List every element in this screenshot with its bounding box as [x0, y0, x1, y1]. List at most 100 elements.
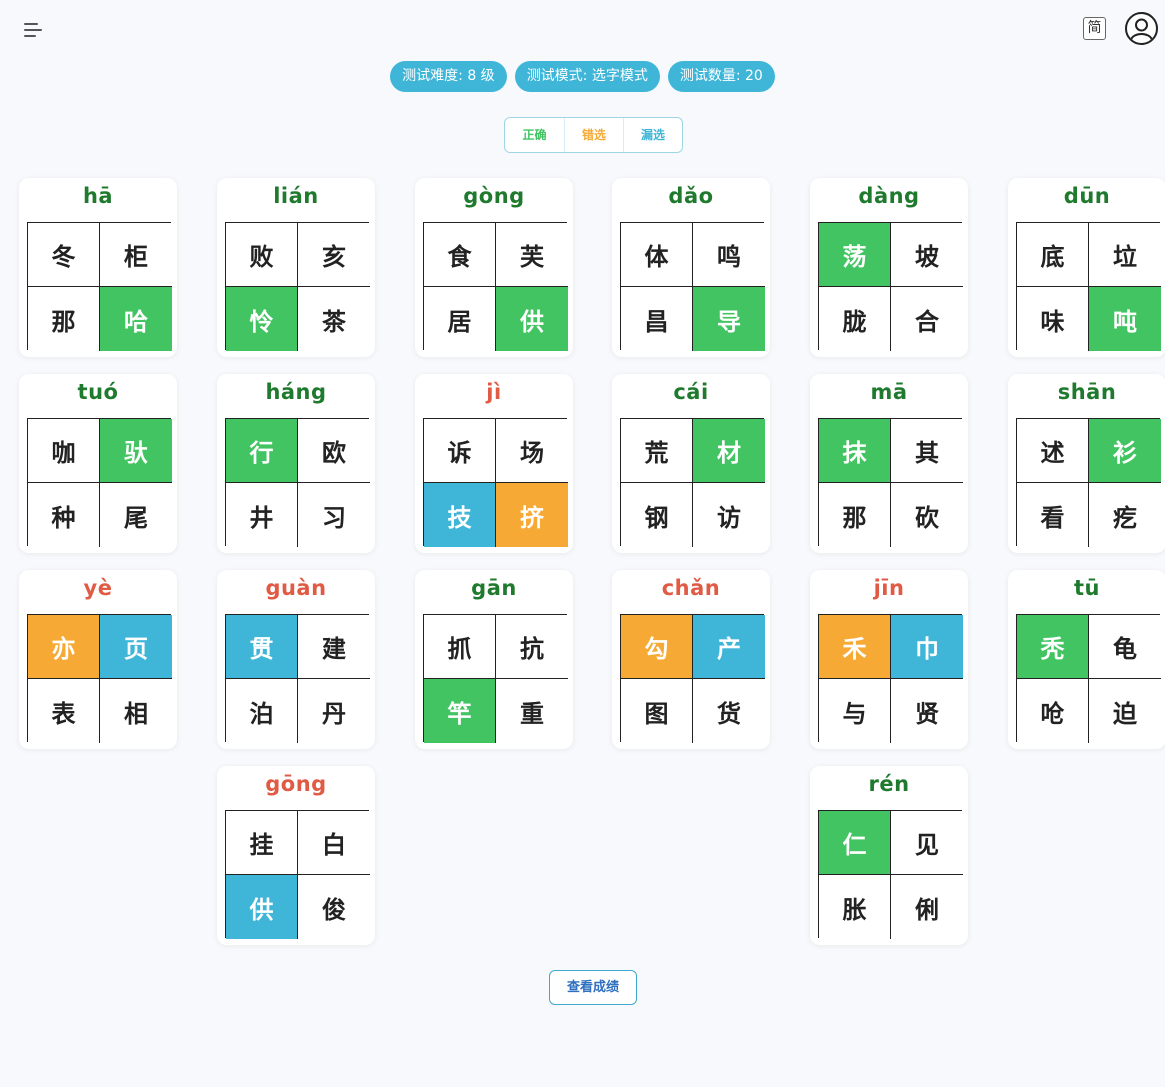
character-option[interactable]: 败 [226, 223, 298, 287]
character-option[interactable]: 体 [621, 223, 693, 287]
language-toggle-button[interactable]: 简 [1083, 17, 1106, 40]
character-option[interactable]: 俊 [298, 875, 370, 939]
character-option[interactable]: 哈 [100, 287, 172, 351]
character-option[interactable]: 供 [226, 875, 298, 939]
character-option[interactable]: 表 [28, 679, 100, 743]
character-option[interactable]: 抹 [819, 419, 891, 483]
view-results-button[interactable]: 查看成绩 [549, 970, 637, 1005]
character-option[interactable]: 衫 [1089, 419, 1161, 483]
character-option[interactable]: 见 [891, 811, 963, 875]
question-card: gòng 食芙居供 [415, 178, 573, 357]
character-option[interactable]: 芙 [496, 223, 568, 287]
character-option[interactable]: 底 [1017, 223, 1089, 287]
character-option[interactable]: 重 [496, 679, 568, 743]
pinyin-label: hā [82, 184, 114, 208]
legend-wrong: 错选 [564, 118, 623, 152]
character-option[interactable]: 钢 [621, 483, 693, 547]
character-option[interactable]: 相 [100, 679, 172, 743]
character-option[interactable]: 与 [819, 679, 891, 743]
character-option[interactable]: 驮 [100, 419, 172, 483]
character-option[interactable]: 俐 [891, 875, 963, 939]
character-option[interactable]: 尾 [100, 483, 172, 547]
character-option[interactable]: 诉 [424, 419, 496, 483]
mode-pill: 测试模式: 选字模式 [514, 61, 660, 92]
character-option[interactable]: 贯 [226, 615, 298, 679]
character-option[interactable]: 怜 [226, 287, 298, 351]
character-option[interactable]: 禾 [819, 615, 891, 679]
character-option[interactable]: 场 [496, 419, 568, 483]
character-option[interactable]: 味 [1017, 287, 1089, 351]
character-option[interactable]: 巾 [891, 615, 963, 679]
character-option[interactable]: 垃 [1089, 223, 1161, 287]
character-option[interactable]: 勾 [621, 615, 693, 679]
character-option[interactable]: 页 [100, 615, 172, 679]
character-option[interactable]: 鸣 [693, 223, 765, 287]
character-option[interactable]: 柜 [100, 223, 172, 287]
character-option[interactable]: 居 [424, 287, 496, 351]
character-option[interactable]: 坡 [891, 223, 963, 287]
character-grid: 败亥怜茶 [225, 222, 370, 351]
character-option[interactable]: 合 [891, 287, 963, 351]
character-option[interactable]: 建 [298, 615, 370, 679]
character-option[interactable]: 技 [424, 483, 496, 547]
character-grid: 咖驮种尾 [27, 418, 172, 547]
character-option[interactable]: 产 [693, 615, 765, 679]
pinyin-label: jīn [873, 576, 905, 600]
character-option[interactable]: 迫 [1089, 679, 1161, 743]
pinyin-label: yè [83, 576, 113, 600]
character-option[interactable]: 仁 [819, 811, 891, 875]
pinyin-label: tuó [77, 380, 119, 404]
character-option[interactable]: 竿 [424, 679, 496, 743]
character-option[interactable]: 咖 [28, 419, 100, 483]
character-option[interactable]: 种 [28, 483, 100, 547]
character-option[interactable]: 胧 [819, 287, 891, 351]
character-option[interactable]: 冬 [28, 223, 100, 287]
pinyin-label: dàng [858, 184, 920, 208]
test-info-bar: 测试难度: 8 级 测试模式: 选字模式 测试数量: 20 [0, 61, 1165, 92]
character-option[interactable]: 行 [226, 419, 298, 483]
character-option[interactable]: 荒 [621, 419, 693, 483]
character-option[interactable]: 其 [891, 419, 963, 483]
character-option[interactable]: 呛 [1017, 679, 1089, 743]
character-option[interactable]: 述 [1017, 419, 1089, 483]
character-option[interactable]: 那 [819, 483, 891, 547]
character-option[interactable]: 欧 [298, 419, 370, 483]
character-option[interactable]: 吨 [1089, 287, 1161, 351]
character-option[interactable]: 亥 [298, 223, 370, 287]
character-option[interactable]: 泊 [226, 679, 298, 743]
character-option[interactable]: 挤 [496, 483, 568, 547]
question-card: chǎn 勾产图货 [612, 570, 770, 749]
character-option[interactable]: 亦 [28, 615, 100, 679]
character-option[interactable]: 昌 [621, 287, 693, 351]
character-option[interactable]: 供 [496, 287, 568, 351]
character-option[interactable]: 砍 [891, 483, 963, 547]
character-option[interactable]: 抗 [496, 615, 568, 679]
character-option[interactable]: 井 [226, 483, 298, 547]
character-option[interactable]: 疙 [1089, 483, 1161, 547]
character-option[interactable]: 看 [1017, 483, 1089, 547]
character-option[interactable]: 白 [298, 811, 370, 875]
character-option[interactable]: 访 [693, 483, 765, 547]
character-option[interactable]: 荡 [819, 223, 891, 287]
character-option[interactable]: 导 [693, 287, 765, 351]
question-card: hā 冬柜那哈 [19, 178, 177, 357]
character-option[interactable]: 挂 [226, 811, 298, 875]
character-option[interactable]: 食 [424, 223, 496, 287]
menu-icon[interactable] [24, 20, 46, 40]
character-option[interactable]: 抓 [424, 615, 496, 679]
character-option[interactable]: 秃 [1017, 615, 1089, 679]
character-option[interactable]: 茶 [298, 287, 370, 351]
character-option[interactable]: 贤 [891, 679, 963, 743]
character-grid: 秃龟呛迫 [1016, 614, 1161, 743]
user-avatar-icon[interactable] [1125, 12, 1158, 45]
character-option[interactable]: 胀 [819, 875, 891, 939]
character-option[interactable]: 材 [693, 419, 765, 483]
character-option[interactable]: 习 [298, 483, 370, 547]
character-option[interactable]: 那 [28, 287, 100, 351]
character-option[interactable]: 龟 [1089, 615, 1161, 679]
character-grid: 勾产图货 [620, 614, 765, 743]
character-option[interactable]: 图 [621, 679, 693, 743]
character-option[interactable]: 丹 [298, 679, 370, 743]
character-option[interactable]: 货 [693, 679, 765, 743]
question-card: cái 荒材钢访 [612, 374, 770, 553]
